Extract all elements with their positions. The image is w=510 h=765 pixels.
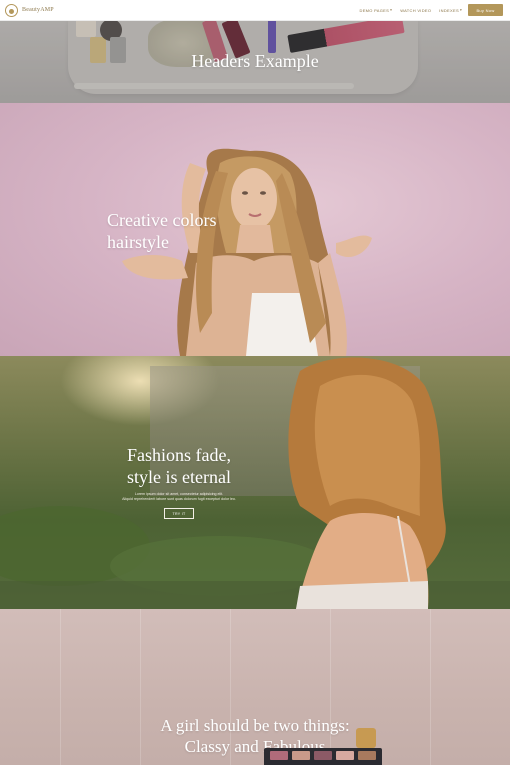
classy-fabulous-section: A girl should be two things: Classy and … [0,609,510,765]
top-navbar: BeautyAMP DEMO PAGES ▾ WATCH VIDEO INDEX… [0,0,510,21]
palette-swatch [336,751,354,760]
section-title: A girl should be two things: Classy and … [0,715,510,757]
nav-item-label: WATCH VIDEO [400,7,432,13]
palette-swatch [314,751,332,760]
section-title-line: style is eternal [127,467,231,487]
section-title-line: Creative colors [107,210,217,230]
brand-logo[interactable]: BeautyAMP [5,3,54,17]
creative-colors-section: Creative colors hairstyle [0,103,510,356]
description-line: Aliquid reprehenderit labore sunt quas d… [122,497,236,501]
section-description: Lorem ipsum dolor sit amet, consectetur … [100,492,258,502]
fashions-fade-section: Fashions fade, style is eternal Lorem ip… [0,356,510,609]
palette-swatch [292,751,310,760]
section-title: Headers Example [191,51,319,71]
palette-swatch [270,751,288,760]
perfume-bottle-image [356,728,376,748]
nav-item-label: INDEXES [439,7,459,13]
section-title-line: A girl should be two things: [160,716,350,735]
buy-now-button[interactable]: Buy Now [468,4,503,16]
woman-curly-hair-image [122,148,372,356]
palette-swatch [358,751,376,760]
nav-item-indexes[interactable]: INDEXES ▾ [439,8,462,13]
main-menu: DEMO PAGES ▾ WATCH VIDEO INDEXES ▾ [360,8,462,13]
header-example-section: Headers Example [0,21,510,103]
chevron-down-icon: ▾ [390,8,393,12]
section-title-line: Fashions fade, [127,445,231,465]
nav-item-label: DEMO PAGES [359,7,390,13]
chevron-down-icon: ▾ [459,8,462,12]
brand-name: BeautyAMP [22,7,54,13]
nav-item-watch-video[interactable]: WATCH VIDEO [400,8,431,13]
try-it-button[interactable]: TRY IT [164,508,194,519]
logo-icon [5,3,18,17]
nav-item-demo-pages[interactable]: DEMO PAGES ▾ [360,8,393,13]
description-line: Lorem ipsum dolor sit amet, consectetur … [134,492,224,496]
section-title-line: hairstyle [107,232,169,252]
section-title: Creative colors hairstyle [107,209,216,253]
section-title: Fashions fade, style is eternal [0,444,358,488]
